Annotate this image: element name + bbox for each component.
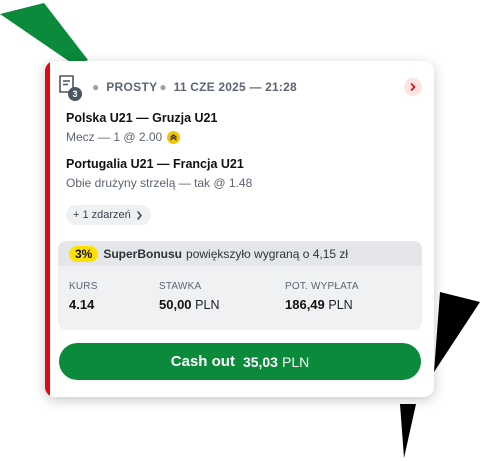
stake-value-row: 50,00 PLN — [159, 297, 220, 312]
bet-date: 11 CZE 2025 — 21:28 — [173, 80, 297, 94]
stats-row: KURS 4.14 STAWKA 50,00 PLN POT. WYPŁATA … — [58, 266, 422, 330]
payout-label: POT. WYPŁATA — [285, 281, 359, 292]
black-shard-right — [434, 292, 480, 372]
payout-stat: POT. WYPŁATA 186,49 PLN — [285, 281, 359, 312]
superbonus-banner: 3% SuperBonusu powiększyło wygraną o 4,1… — [58, 241, 422, 266]
cashout-label: Cash out — [170, 353, 235, 370]
separator-dot: ● — [92, 80, 100, 94]
stake-currency: PLN — [195, 298, 220, 312]
event-title: Polska U21 — Gruzja U21 — [66, 111, 218, 125]
odds-value: 4.14 — [69, 297, 95, 312]
event-selection: Obie drużyny strzelą — tak @ 1.48 — [66, 176, 252, 190]
chevron-right-icon — [410, 83, 416, 91]
odds-stat: KURS 4.14 — [69, 281, 98, 312]
bonus-text: powiększyło wygraną o 4,15 zł — [186, 246, 349, 261]
ticket-count-badge: 3 — [68, 87, 82, 101]
cashout-currency: PLN — [281, 353, 310, 370]
event-item: Portugalia U21 — Francja U21 Obie drużyn… — [66, 157, 252, 190]
event-selection: Mecz — 1 @ 2.00 — [66, 130, 217, 144]
event-item: Polska U21 — Gruzja U21 Mecz — 1 @ 2.00 — [66, 111, 217, 144]
event-selection-text: Obie drużyny strzelą — tak @ 1.48 — [66, 176, 253, 190]
event-selection-text: Mecz — 1 @ 2.00 — [66, 130, 163, 144]
card-accent-bar — [45, 61, 50, 397]
separator-dot: ● — [159, 80, 167, 94]
more-events-button[interactable]: + 1 zdarzeń — [66, 205, 151, 225]
bonus-percent-badge: 3% — [69, 245, 99, 262]
green-ribbon-shape — [0, 3, 88, 66]
boost-icon — [167, 130, 181, 144]
bet-slip-card[interactable]: 3 ● PROSTY ● 11 CZE 2025 — 21:28 Polska … — [45, 61, 434, 397]
payout-value: 186,49 — [285, 297, 325, 312]
stake-label: STAWKA — [159, 281, 202, 292]
event-title: Portugalia U21 — Francja U21 — [66, 157, 244, 171]
payout-value-row: 186,49 PLN — [285, 297, 359, 312]
open-bet-button[interactable] — [404, 78, 422, 96]
cashout-amount: 35,03 — [242, 353, 278, 370]
stake-stat: STAWKA 50,00 PLN — [159, 281, 220, 312]
cashout-button[interactable]: Cash out 35,03 PLN — [59, 343, 421, 380]
bet-type-label: PROSTY — [106, 80, 158, 94]
stake-value: 50,00 — [159, 297, 192, 312]
more-events-label: + 1 zdarzeń — [73, 209, 131, 221]
payout-currency: PLN — [328, 298, 353, 312]
black-shard-bottom — [400, 404, 416, 458]
ticket-icon: 3 — [58, 75, 82, 101]
bet-stats-panel: 3% SuperBonusu powiększyło wygraną o 4,1… — [58, 241, 422, 330]
bonus-name: SuperBonusu — [103, 246, 183, 261]
chevron-right-icon — [137, 210, 142, 220]
odds-label: KURS — [69, 281, 98, 292]
bet-header: 3 ● PROSTY ● 11 CZE 2025 — 21:28 — [58, 74, 422, 101]
